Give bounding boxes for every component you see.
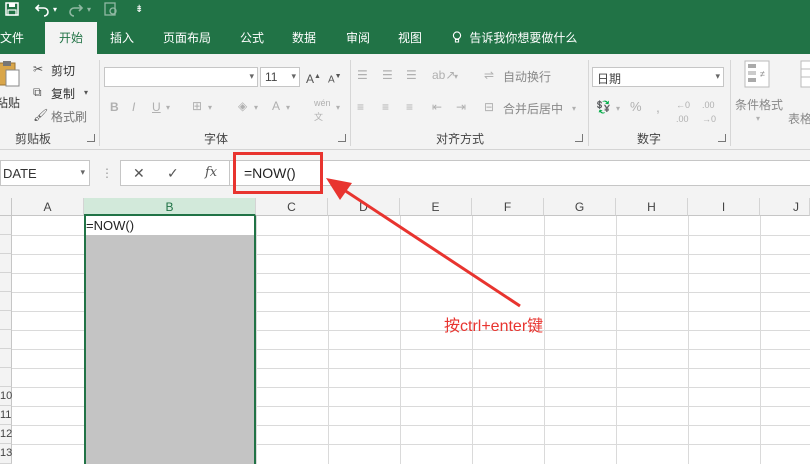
- annotation-arrow: [326, 178, 521, 308]
- annotation-text: 按ctrl+enter键: [444, 318, 544, 335]
